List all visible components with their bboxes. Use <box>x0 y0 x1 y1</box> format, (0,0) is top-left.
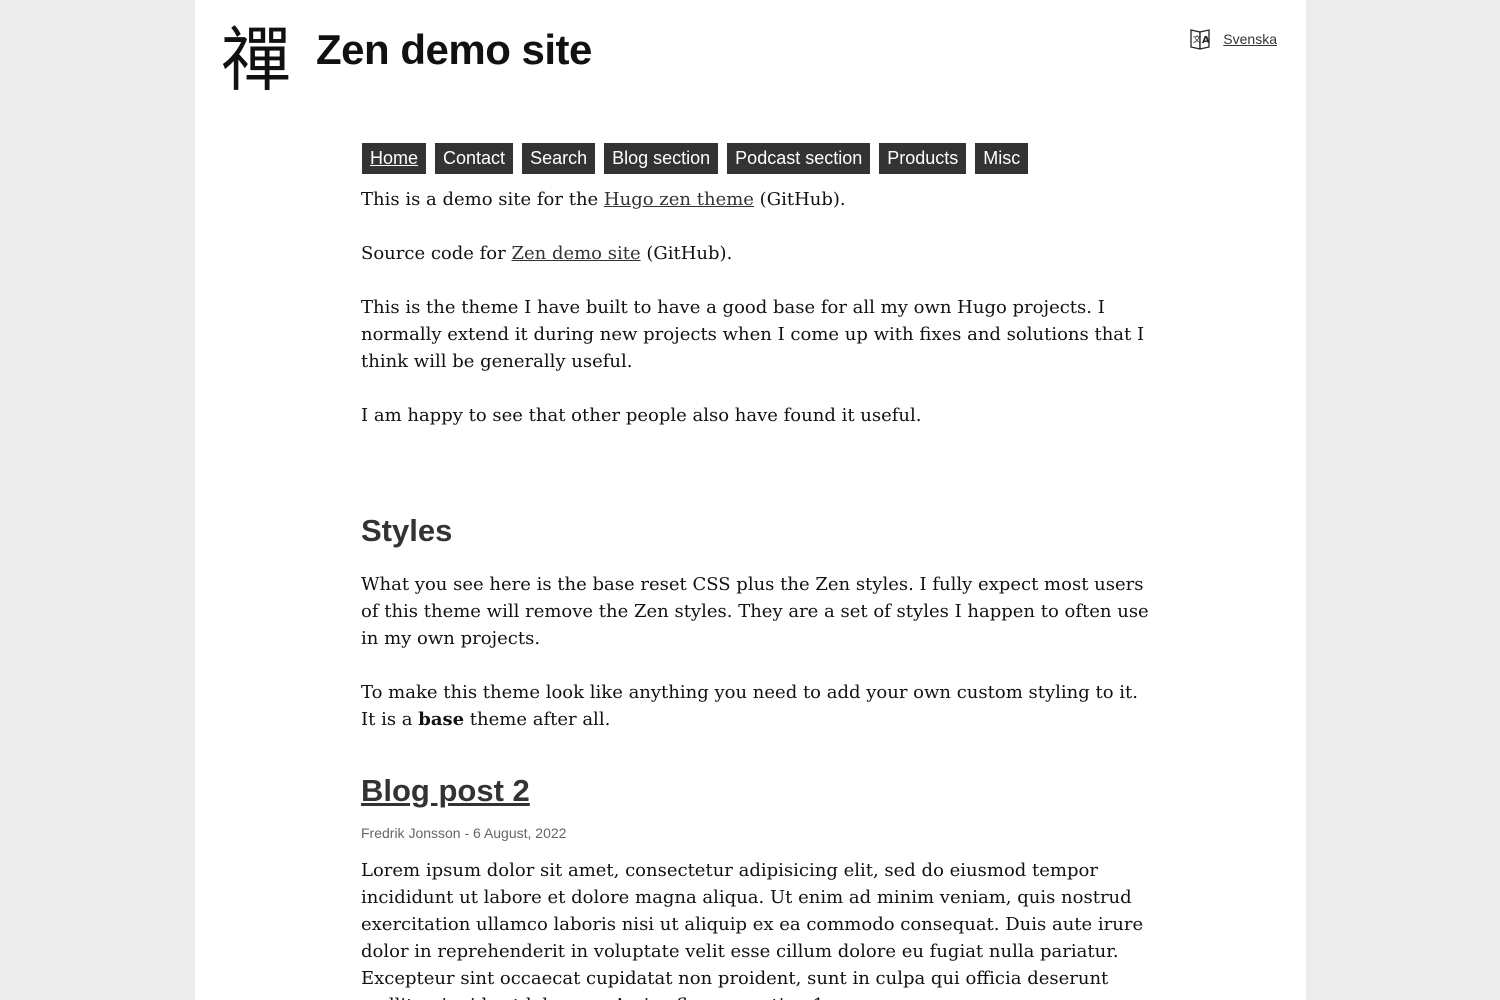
svg-text:文: 文 <box>1193 34 1201 44</box>
language-switcher: 文 A Svenska <box>1189 27 1277 51</box>
intro-paragraph-1: This is a demo site for the Hugo zen the… <box>361 186 1151 213</box>
intro-text: This is a demo site for the <box>361 189 604 210</box>
intro-paragraph-2: Source code for Zen demo site (GitHub). <box>361 240 1151 267</box>
styles-paragraph-2: To make this theme look like anything yo… <box>361 679 1151 733</box>
hugo-zen-theme-link[interactable]: Hugo zen theme <box>604 189 754 210</box>
nav-item-misc[interactable]: Misc <box>975 143 1029 174</box>
post-title-link[interactable]: Blog post 2 <box>361 773 530 808</box>
zen-demo-site-link[interactable]: Zen demo site <box>511 243 640 264</box>
post-meta: Fredrik Jonsson - 6 August, 2022 <box>361 825 567 841</box>
nav-item-blog-section[interactable]: Blog section <box>604 143 719 174</box>
blog-post-teaser: Blog post 2 Fredrik Jonsson - 6 August, … <box>361 771 1151 1000</box>
post-title: Blog post 2 <box>361 771 1151 811</box>
base-emphasis: base <box>418 709 465 730</box>
page: 禪 Zen demo site 文 A Svenska Home Contact… <box>195 0 1306 1000</box>
intro-paragraph-4: I am happy to see that other people also… <box>361 405 922 426</box>
intro-text: (GitHub). <box>640 243 733 264</box>
translate-icon: 文 A <box>1189 27 1211 51</box>
main-content: This is a demo site for the Hugo zen the… <box>361 186 1151 1000</box>
intro-text: (GitHub). <box>753 189 846 210</box>
intro-text: Source code for <box>361 243 512 264</box>
nav-item-products[interactable]: Products <box>879 143 967 174</box>
nav-item-search[interactable]: Search <box>522 143 596 174</box>
nav-item-home[interactable]: Home <box>362 143 427 174</box>
site-title[interactable]: Zen demo site <box>316 24 592 76</box>
svg-text:A: A <box>1202 35 1210 46</box>
nav-item-podcast-section[interactable]: Podcast section <box>727 143 871 174</box>
post-excerpt: Lorem ipsum dolor sit amet, consectetur … <box>361 860 1144 1000</box>
language-link[interactable]: Svenska <box>1223 31 1277 47</box>
styles-text: theme after all. <box>464 709 611 730</box>
main-nav: Home Contact Search Blog section Podcast… <box>362 143 1029 174</box>
styles-paragraph-1: What you see here is the base reset CSS … <box>361 574 1149 649</box>
nav-item-contact[interactable]: Contact <box>435 143 514 174</box>
styles-heading: Styles <box>361 513 453 548</box>
intro-paragraph-3: This is the theme I have built to have a… <box>361 297 1145 372</box>
logo-glyph: 禪 <box>221 19 291 101</box>
